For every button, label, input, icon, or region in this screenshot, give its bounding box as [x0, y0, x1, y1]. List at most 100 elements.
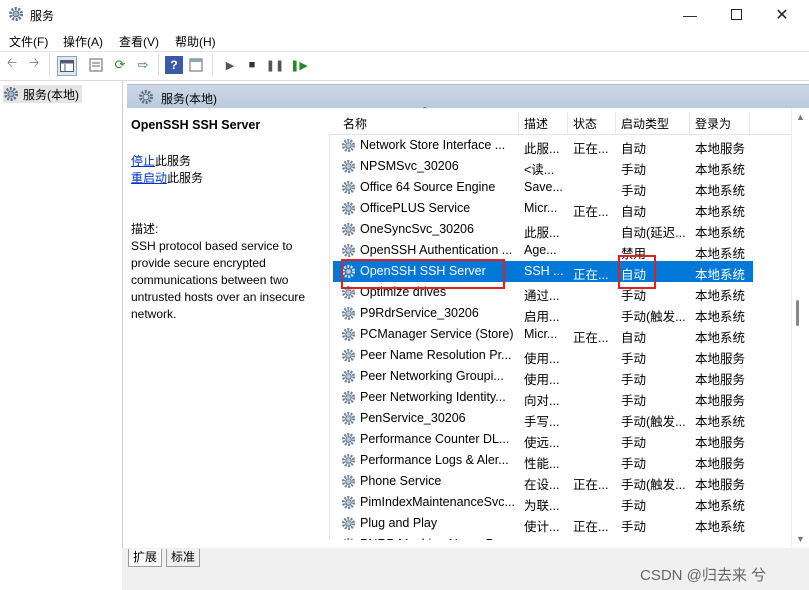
row-name: PimIndexMaintenanceSvc... — [360, 495, 515, 509]
column-separator[interactable] — [567, 112, 568, 134]
close-button[interactable]: ✕ — [759, 0, 805, 29]
services-gear-icon — [4, 87, 18, 101]
service-row[interactable]: Performance Counter DL... 使远... 手动 本地服务 — [333, 429, 753, 450]
service-row[interactable]: Plug and Play 使计... 正在... 手动 本地系统 — [333, 513, 753, 534]
service-gear-icon — [341, 453, 356, 468]
service-gear-icon — [341, 369, 356, 384]
row-description: 通过... — [524, 289, 560, 303]
service-row[interactable]: P9RdrService_30206 启用... 手动(触发... 本地系统 — [333, 303, 753, 324]
export-list-icon[interactable]: ⇨ — [134, 56, 152, 74]
menu-file[interactable]: 文件(F) — [9, 33, 48, 50]
column-separator[interactable] — [749, 112, 750, 134]
service-row[interactable]: OneSyncSvc_30206 此服... 自动(延迟... 本地系统 — [333, 219, 753, 240]
row-logon-as: 本地系统 — [695, 268, 746, 282]
row-name: Peer Networking Groupi... — [360, 369, 504, 383]
row-logon-as: 本地服务 — [695, 373, 746, 387]
menu-action[interactable]: 操作(A) — [63, 33, 103, 50]
column-separator[interactable] — [518, 112, 519, 134]
scrollbar-thumb[interactable] — [796, 300, 799, 326]
description-line: communications between two — [131, 273, 289, 287]
service-row[interactable]: Office 64 Source Engine Save... 手动 本地系统 — [333, 177, 753, 198]
row-startup-type: 手动 — [621, 457, 647, 471]
maximize-button[interactable] — [713, 0, 759, 29]
tab-standard[interactable]: 标准 — [166, 549, 201, 567]
services-gear-icon — [139, 90, 153, 104]
menu-view[interactable]: 查看(V) — [119, 33, 159, 50]
restart-service-icon[interactable]: ❚▶ — [290, 56, 308, 74]
vertical-scrollbar[interactable] — [791, 108, 809, 548]
column-header-logon-as[interactable]: 登录为 — [695, 115, 731, 132]
service-gear-icon — [341, 306, 356, 321]
row-description: 此服... — [524, 226, 560, 240]
tree-item-services-local[interactable]: 服务(本地) — [3, 85, 82, 103]
service-row[interactable]: Peer Networking Identity... 向对... 手动 本地服务 — [333, 387, 753, 408]
horizontal-scrollbar[interactable] — [329, 540, 791, 548]
view-icon[interactable] — [187, 56, 205, 74]
services-gear-icon — [9, 7, 23, 21]
row-startup-type: 手动(触发... — [621, 478, 686, 492]
row-name: Plug and Play — [360, 516, 438, 530]
back-arrow-icon[interactable]: 🡠 — [3, 55, 21, 74]
help-icon[interactable]: ? — [165, 56, 183, 74]
service-row[interactable]: Phone Service 在设... 正在... 手动(触发... 本地服务 — [333, 471, 753, 492]
column-header-name[interactable]: 名称 — [343, 115, 367, 132]
scroll-up-icon[interactable]: ▲ — [796, 112, 805, 122]
start-service-icon[interactable]: ▶ — [221, 56, 239, 74]
service-gear-icon — [341, 516, 356, 531]
service-gear-icon — [341, 390, 356, 405]
minimize-icon: — — [683, 6, 697, 23]
scroll-down-icon[interactable]: ▼ — [796, 534, 805, 544]
refresh-icon[interactable]: ⟳ — [111, 56, 129, 74]
row-description: 此服... — [524, 142, 560, 156]
restart-service-link[interactable]: 重启动 — [131, 171, 167, 185]
stop-service-link[interactable]: 停止 — [131, 154, 155, 168]
row-startup-type: 手动 — [621, 499, 647, 513]
row-status: 正在... — [573, 331, 609, 345]
console-tree-icon[interactable] — [57, 56, 77, 76]
menu-help[interactable]: 帮助(H) — [175, 33, 216, 50]
row-name: OfficePLUS Service — [360, 201, 471, 215]
row-name: OpenSSH Authentication ... — [360, 243, 513, 257]
row-description: <读... — [524, 163, 555, 177]
row-description: Save... — [524, 180, 563, 194]
service-row[interactable]: Peer Networking Groupi... 使用... 手动 本地服务 — [333, 366, 753, 387]
row-logon-as: 本地系统 — [695, 415, 746, 429]
service-gear-icon — [341, 495, 356, 510]
row-startup-type: 手动 — [621, 520, 647, 534]
row-logon-as: 本地系统 — [695, 184, 746, 198]
pause-service-icon[interactable]: ❚❚ — [266, 56, 284, 74]
stop-service-line: 停止此服务 — [131, 153, 191, 170]
properties-icon[interactable] — [87, 56, 105, 74]
minimize-button[interactable]: — — [667, 0, 713, 29]
service-row[interactable]: PimIndexMaintenanceSvc... 为联... 手动 本地系统 — [333, 492, 753, 513]
row-name: PCManager Service (Store) — [360, 327, 514, 341]
service-gear-icon — [341, 180, 356, 195]
service-row[interactable]: PCManager Service (Store) Micr... 正在... 自动 本… — [333, 324, 753, 345]
row-description: Age... — [524, 243, 557, 257]
service-row[interactable]: Network Store Interface ... 此服... 正在... 自动 本… — [333, 135, 753, 156]
description-line: untrusted hosts over an insecure — [131, 290, 306, 304]
forward-arrow-icon[interactable]: 🡢 — [25, 55, 43, 74]
service-row[interactable]: Performance Logs & Aler... 性能... 手动 本地服务 — [333, 450, 753, 471]
toolbar-divider — [158, 54, 159, 76]
stop-service-suffix: 此服务 — [155, 154, 192, 168]
row-name: NPSMSvc_30206 — [360, 159, 459, 173]
highlight-box-name — [341, 259, 505, 289]
row-name: Peer Networking Identity... — [360, 390, 506, 404]
row-logon-as: 本地系统 — [695, 247, 746, 261]
row-name: OneSyncSvc_30206 — [360, 222, 474, 236]
service-row[interactable]: Peer Name Resolution Pr... 使用... 手动 本地服务 — [333, 345, 753, 366]
row-startup-type: 自动(延迟... — [621, 226, 686, 240]
column-header-status[interactable]: 状态 — [573, 115, 597, 132]
column-header-startup-type[interactable]: 启动类型 — [621, 115, 669, 132]
column-header-sep[interactable] — [615, 112, 616, 134]
service-row[interactable]: NPSMSvc_30206 <读... 手动 本地系统 — [333, 156, 753, 177]
service-row[interactable]: OpenSSH Authentication ... Age... 禁用 本地系统 — [333, 240, 753, 261]
tab-extended[interactable]: 扩展 — [128, 549, 163, 567]
service-row[interactable]: PenService_30206 手写... 手动(触发... 本地系统 — [333, 408, 753, 429]
service-row[interactable]: OfficePLUS Service Micr... 正在... 自动 本地系统 — [333, 198, 753, 219]
row-startup-type: 手动 — [621, 352, 647, 366]
column-header-description[interactable]: 描述 — [524, 115, 548, 132]
column-separator[interactable] — [689, 112, 690, 134]
stop-service-icon[interactable]: ■ — [243, 56, 261, 74]
